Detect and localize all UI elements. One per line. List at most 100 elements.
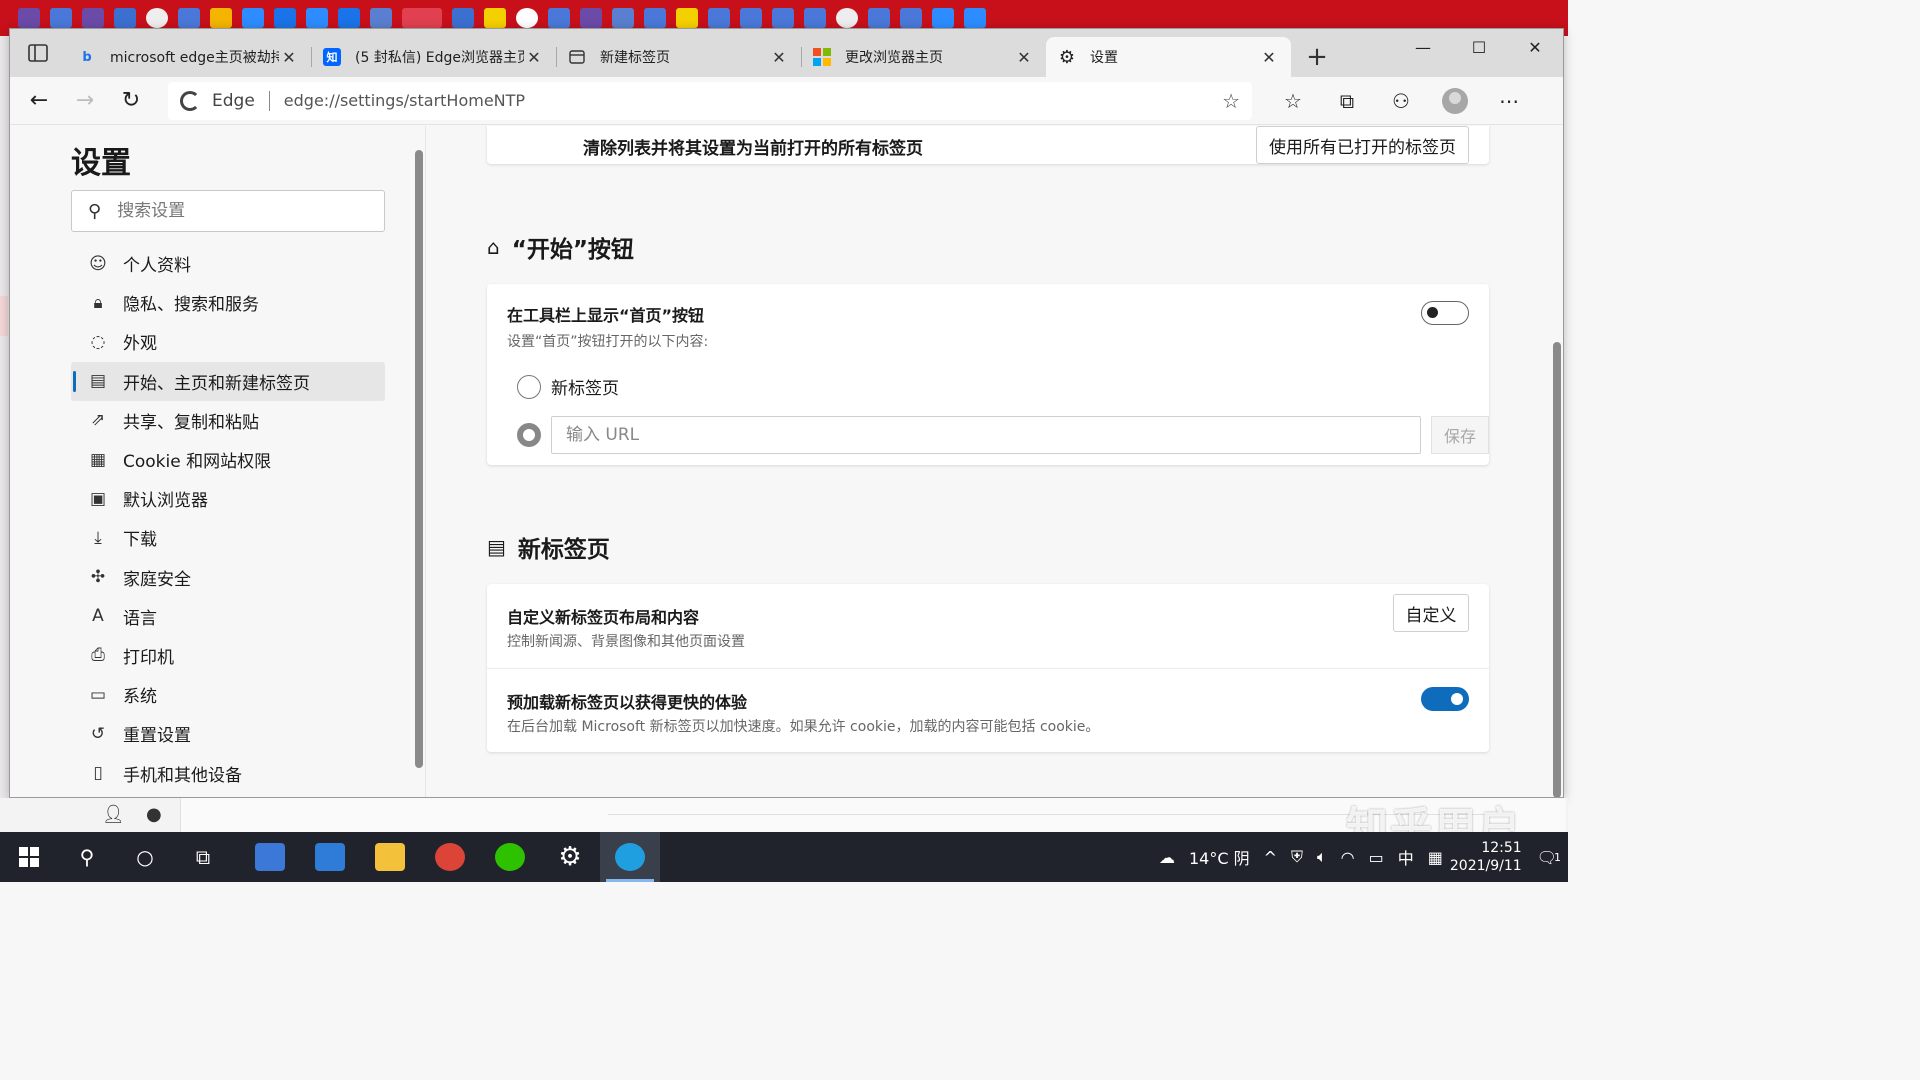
close-tab-icon[interactable]: ✕ <box>1259 48 1279 67</box>
show-home-button-toggle[interactable] <box>1421 301 1469 325</box>
search-input[interactable] <box>117 201 368 221</box>
background-tab-icon <box>306 8 328 28</box>
sidebar-item-label: 系统 <box>123 687 157 708</box>
taskbar-app-edge[interactable] <box>600 832 660 882</box>
collections-button[interactable]: ⧉ <box>1320 81 1374 121</box>
home-url-input[interactable] <box>551 416 1421 454</box>
tab-actions-button[interactable] <box>10 29 66 77</box>
taskbar-app-settings[interactable]: ⚙ <box>540 832 600 882</box>
extensions-button[interactable]: ⚇ <box>1374 81 1428 121</box>
weather-text[interactable]: 14°C 阴 <box>1189 845 1250 869</box>
new-tab-section-title: ▤ 新标签页 <box>487 530 610 564</box>
forward-button[interactable]: → <box>62 81 108 121</box>
sidebar-item-profiles[interactable]: ☺ 个人资料 <box>71 244 385 283</box>
save-button[interactable]: 保存 <box>1431 416 1489 454</box>
customize-button[interactable]: 自定义 <box>1393 594 1469 632</box>
close-tab-icon[interactable]: ✕ <box>279 48 299 67</box>
clock[interactable]: 12:51 2021/9/11 <box>1450 839 1522 875</box>
new-tab-button[interactable]: + <box>1297 37 1337 77</box>
microsoft-icon <box>813 48 831 66</box>
sidebar-item-label: 个人资料 <box>123 256 191 277</box>
sidebar-item-family[interactable]: ✣ 家庭安全 <box>71 558 385 597</box>
taskbar-app-chrome[interactable] <box>420 832 480 882</box>
family-icon: ✣ <box>90 567 106 588</box>
background-tab-icon <box>210 8 232 28</box>
taskbar-app-store[interactable] <box>240 832 300 882</box>
page-title: 设置 <box>71 146 131 181</box>
network-icon[interactable]: ◠ <box>1341 848 1355 867</box>
arrow-left-icon: ← <box>29 88 49 113</box>
preload-ntp-toggle[interactable] <box>1421 687 1469 711</box>
sidebar-item-languages[interactable]: A 语言 <box>71 597 385 636</box>
radio-button[interactable] <box>517 374 541 399</box>
tab-change-homepage[interactable]: 更改浏览器主页 ✕ <box>801 37 1046 77</box>
back-button[interactable]: ← <box>16 81 62 121</box>
url-text[interactable]: edge://settings/startHomeNTP <box>284 91 1222 110</box>
sidebar-item-start-home-ntp[interactable]: ▤ 开始、主页和新建标签页 <box>71 361 385 401</box>
background-tab-icon <box>612 8 634 28</box>
sidebar-item-cookies[interactable]: ▦ Cookie 和网站权限 <box>71 440 385 479</box>
sidebar-item-printers[interactable]: ⎙ 打印机 <box>71 636 385 675</box>
close-window-button[interactable]: ✕ <box>1507 29 1563 65</box>
use-all-open-tabs-button[interactable]: 使用所有已打开的标签页 <box>1256 126 1469 164</box>
sidebar-item-downloads[interactable]: ⤓ 下载 <box>71 518 385 557</box>
task-view-button[interactable]: ⧉ <box>174 832 232 882</box>
tab-title: 设置 <box>1090 50 1118 66</box>
battery-icon[interactable]: ▭ <box>1369 848 1384 867</box>
radio-button[interactable] <box>517 423 541 447</box>
chevron-up-icon[interactable]: ^ <box>1264 848 1277 867</box>
cortana-button[interactable]: ○ <box>116 832 174 882</box>
main-scrollbar[interactable] <box>1553 342 1561 797</box>
close-tab-icon[interactable]: ✕ <box>524 48 544 67</box>
sidebar-item-label: 重置设置 <box>123 726 191 747</box>
sidebar-item-privacy[interactable]: 🔒︎ 隐私、搜索和服务 <box>71 283 385 322</box>
home-button-section-title: ⌂ “开始”按钮 <box>487 230 634 264</box>
sidebar-item-default-browser[interactable]: ▣ 默认浏览器 <box>71 479 385 518</box>
edge-window: b microsoft edge主页被劫持 ✕ 知 (5 封私信) Edge浏览… <box>9 28 1564 798</box>
close-tab-icon[interactable]: ✕ <box>1014 48 1034 67</box>
sidebar-item-appearance[interactable]: ◌ 外观 <box>71 322 385 361</box>
system-tray: ☁ 14°C 阴 ^ ⛨ 🔈︎ ◠ ▭ 中 ▦ 12:51 2021/9/11 … <box>1152 832 1568 882</box>
sidebar-item-reset[interactable]: ↺ 重置设置 <box>71 714 385 753</box>
volume-icon[interactable]: 🔈︎ <box>1317 847 1327 867</box>
taskbar-app-wechat[interactable] <box>480 832 540 882</box>
minimize-button[interactable]: — <box>1395 29 1451 65</box>
ime-mode-icon[interactable]: ▦ <box>1428 848 1443 867</box>
sidebar-item-share[interactable]: ⇗ 共享、复制和粘贴 <box>71 401 385 440</box>
sidebar-item-system[interactable]: ▭ 系统 <box>71 675 385 714</box>
sidebar-scrollbar[interactable] <box>415 150 423 768</box>
close-tab-icon[interactable]: ✕ <box>769 48 789 67</box>
add-favorite-icon[interactable]: ☆ <box>1222 89 1240 113</box>
bing-icon: b <box>82 49 92 65</box>
tab-actions-icon <box>28 44 48 62</box>
start-button[interactable] <box>0 832 58 882</box>
refresh-button[interactable]: ↻ <box>108 81 154 121</box>
language-icon: A <box>92 606 104 627</box>
sidebar-item-label: 外观 <box>123 334 157 355</box>
radio-option-newtab[interactable]: 新标签页 <box>517 374 619 399</box>
tab-zhihu[interactable]: 知 (5 封私信) Edge浏览器主页 ✕ <box>311 37 556 77</box>
favorites-button[interactable]: ☆ <box>1266 81 1320 121</box>
tab-settings[interactable]: ⚙ 设置 ✕ <box>1046 37 1291 77</box>
omnibox-separator <box>268 90 270 111</box>
taskbar-app-mail[interactable] <box>300 832 360 882</box>
sidebar-item-phone[interactable]: ▯ 手机和其他设备 <box>71 753 385 792</box>
tab-bar: b microsoft edge主页被劫持 ✕ 知 (5 封私信) Edge浏览… <box>10 29 1563 77</box>
omnibox[interactable]: Edge edge://settings/startHomeNTP ☆ <box>168 81 1252 120</box>
tab-newtab[interactable]: 新建标签页 ✕ <box>556 37 801 77</box>
ime-indicator[interactable]: 中 <box>1398 845 1414 869</box>
search-button[interactable]: ⚲ <box>58 832 116 882</box>
background-tab-icon <box>868 8 890 28</box>
preload-ntp-title: 预加载新标签页以获得更快的体验 <box>507 693 748 712</box>
maximize-button[interactable]: ☐ <box>1451 29 1507 65</box>
plus-icon: + <box>1306 42 1328 72</box>
profile-button[interactable] <box>1428 81 1482 121</box>
more-menu-button[interactable]: ⋯ <box>1482 81 1536 121</box>
background-tab-icon <box>644 8 666 28</box>
background-tab-icon <box>836 8 858 28</box>
tab-bing[interactable]: b microsoft edge主页被劫持 ✕ <box>66 37 311 77</box>
taskbar-app-explorer[interactable] <box>360 832 420 882</box>
security-icon[interactable]: ⛨ <box>1291 847 1303 867</box>
chrome-icon <box>435 843 465 871</box>
radio-option-url[interactable] <box>517 423 541 447</box>
